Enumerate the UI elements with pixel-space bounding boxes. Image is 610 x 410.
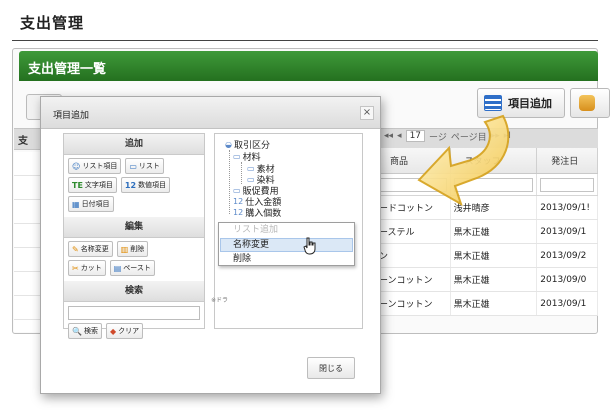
- text-item-button[interactable]: TE 文字項目: [68, 177, 117, 193]
- cell-order-date: 2013/09/1!: [537, 196, 598, 219]
- cell-staff: 黒木正雄: [451, 292, 538, 315]
- cell-staff: 黒木正雄: [451, 244, 538, 267]
- cell-product: ーステル: [376, 220, 451, 243]
- close-dialog-button[interactable]: 閉じる: [307, 357, 355, 379]
- list-icon: ▭: [129, 161, 137, 171]
- delete-label: 削除: [130, 245, 145, 253]
- database-button[interactable]: [570, 88, 610, 118]
- list-button[interactable]: ▭ リスト: [125, 158, 164, 174]
- tree-connector: [241, 162, 242, 184]
- paste-button[interactable]: ▤ ペースト: [109, 260, 155, 276]
- number-item-icon: 12: [124, 180, 137, 190]
- filter-input-order-date[interactable]: [540, 177, 594, 192]
- panel-header: 支出管理一覧: [19, 51, 598, 81]
- cut-label: カット: [80, 264, 102, 272]
- column-header-order-date[interactable]: 発注日: [537, 148, 598, 173]
- list-item-label: リスト項目: [82, 162, 118, 170]
- section-header-edit: 編集: [64, 217, 204, 238]
- list-label: リスト: [138, 162, 160, 170]
- list-icon: ▭: [247, 164, 255, 173]
- cell-product: ーンコットン: [376, 292, 451, 315]
- list-icon: ▭: [247, 175, 255, 184]
- prev-page-icon[interactable]: ◂: [397, 131, 402, 141]
- tree-connector: [229, 150, 230, 214]
- paste-label: ペースト: [123, 264, 151, 272]
- clear-label: クリア: [118, 327, 140, 335]
- section-header-add: 追加: [64, 134, 204, 155]
- rename-label: 名称変更: [80, 245, 109, 253]
- number-item-button[interactable]: 12 数値項目: [120, 177, 171, 193]
- tree-node-purchase-count[interactable]: 12 購入個数: [233, 206, 281, 219]
- context-menu: リスト追加 名称変更 削除: [218, 222, 355, 266]
- cell-staff: 黒木正雄: [451, 268, 538, 291]
- context-menu-rename[interactable]: 名称変更: [233, 239, 269, 252]
- trash-icon: ▥: [120, 244, 129, 254]
- search-icon: 🔍: [72, 326, 82, 336]
- delete-button[interactable]: ▥ 削除: [116, 241, 149, 257]
- close-icon[interactable]: ×: [360, 106, 374, 120]
- search-input[interactable]: [68, 306, 200, 320]
- dialog-title: 項目追加: [53, 111, 90, 121]
- title-divider: [12, 40, 598, 41]
- calendar-icon: ▦: [72, 199, 80, 209]
- table-row[interactable]: ーンコットン 黒木正雄 2013/09/0: [376, 268, 598, 292]
- hand-cursor-icon: [303, 237, 316, 255]
- annotation-arrow-icon: [417, 114, 510, 207]
- section-header-search: 検索: [64, 281, 204, 302]
- context-menu-delete[interactable]: 削除: [233, 253, 251, 266]
- list-icon: ▭: [233, 152, 241, 161]
- cell-product: ン: [376, 244, 451, 267]
- number-item-label: 数値項目: [138, 181, 167, 189]
- cell-order-date: 2013/09/1: [537, 220, 598, 243]
- cell-order-date: 2013/09/2: [537, 244, 598, 267]
- clear-button[interactable]: ◆ クリア: [105, 323, 144, 339]
- cell-order-date: 2013/09/0: [537, 268, 598, 291]
- drop-hint: ※ドラ: [211, 297, 229, 304]
- rename-button[interactable]: ✎ 名称変更: [68, 241, 113, 257]
- table-row[interactable]: ーンコットン 黒木正雄 2013/09/1: [376, 292, 598, 316]
- date-item-label: 日付項目: [81, 200, 110, 208]
- eraser-icon: ◆: [109, 326, 117, 336]
- folder-icon: ◒: [225, 140, 232, 149]
- search-button[interactable]: 🔍 検索: [68, 323, 102, 339]
- search-label: 検索: [83, 327, 98, 335]
- tree-node-label: 購入個数: [245, 209, 282, 219]
- action-pane: 追加 ☺ リスト項目 ▭ リスト TE 文字項目 12 数値項目 ▦ 日付項目 編集 ✎ 名…: [63, 133, 205, 339]
- strip-label: 支: [18, 136, 28, 147]
- table-row[interactable]: ン 黒木正雄 2013/09/2: [376, 244, 598, 268]
- date-item-button[interactable]: ▦ 日付項目: [68, 196, 114, 212]
- pencil-icon: ✎: [72, 244, 79, 254]
- list-item-button[interactable]: ☺ リスト項目: [68, 158, 122, 174]
- cut-button[interactable]: ✂ カット: [68, 260, 106, 276]
- cell-product: ーンコットン: [376, 268, 451, 291]
- list-icon: ▭: [233, 186, 241, 195]
- dialog-header: 項目追加 ×: [41, 97, 380, 129]
- context-menu-add-list[interactable]: リスト追加: [233, 224, 278, 237]
- text-item-label: 文字項目: [84, 181, 113, 189]
- background-rows: [14, 152, 40, 332]
- database-icon: [579, 95, 595, 111]
- cell-staff: 黒木正雄: [451, 220, 538, 243]
- text-item-icon: TE: [72, 180, 83, 190]
- number-icon: 12: [233, 208, 244, 217]
- table-row[interactable]: ーステル 黒木正雄 2013/09/1: [376, 220, 598, 244]
- first-page-icon[interactable]: ◂◂: [384, 131, 393, 141]
- clipboard-icon: ▤: [113, 263, 122, 273]
- list-item-icon: ☺: [72, 161, 81, 171]
- scissors-icon: ✂: [72, 263, 79, 273]
- page-title: 支出管理: [20, 14, 85, 32]
- cell-order-date: 2013/09/1: [537, 292, 598, 315]
- number-icon: 12: [233, 197, 244, 206]
- app-page: 支出管理 支出管理一覧 支 項目追加 ◂◂ ◂ 17 ージ ページ目 ▸▸ ▸I…: [0, 0, 610, 410]
